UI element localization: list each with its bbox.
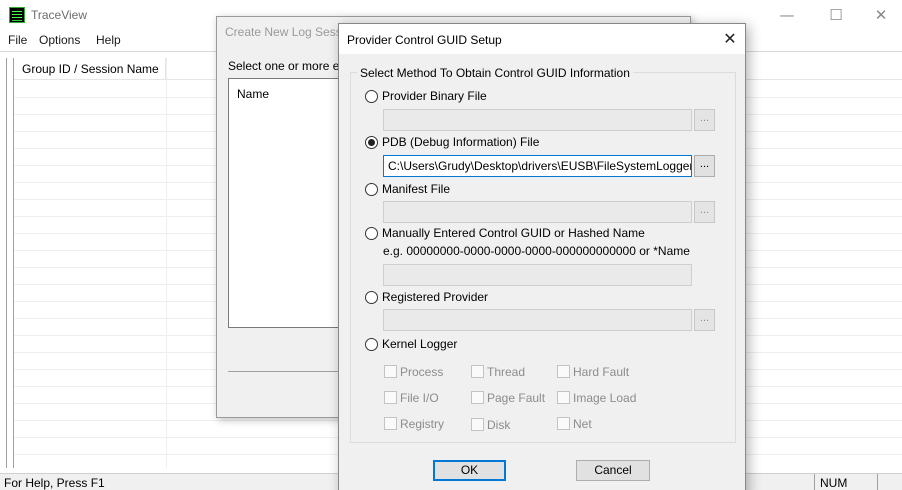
checkbox-hard-fault-box [557,365,570,378]
num-lock-indicator: NUM [814,474,878,490]
registered-provider-browse-button: ... [694,309,715,331]
status-text: For Help, Press F1 [4,476,105,490]
checkbox-file-io-label: File I/O [400,391,439,405]
checkbox-registry-box [384,417,397,430]
provider-listbox[interactable]: Name [228,78,348,328]
radio-provider-binary-indicator[interactable] [365,90,378,103]
menu-file[interactable]: File [8,33,27,47]
radio-provider-binary-label: Provider Binary File [382,89,487,103]
checkbox-page-fault-label: Page Fault [487,391,546,405]
radio-pdb-label: PDB (Debug Information) File [382,135,540,149]
pdb-browse-button[interactable]: ... [694,155,715,177]
menu-help[interactable]: Help [96,33,121,47]
checkbox-disk-label: Disk [487,418,511,432]
checkbox-page-fault-box [471,391,484,404]
pdb-path-input[interactable]: C:\Users\Grudy\Desktop\drivers\EUSB\File… [383,155,692,177]
dialog-title: Provider Control GUID Setup [347,33,502,47]
column-header-group-id[interactable]: Group ID / Session Name [14,58,166,80]
maximize-button[interactable]: ☐ [813,0,859,31]
radio-pdb-indicator[interactable] [365,136,378,149]
manifest-path-input [383,201,692,223]
provider-control-guid-dialog: Provider Control GUID Setup ✕ Select Met… [338,23,746,490]
radio-manifest-label: Manifest File [382,182,451,196]
ok-button[interactable]: OK [433,460,506,481]
checkbox-net-label: Net [573,417,592,431]
list-splitter[interactable] [6,58,14,468]
provider-binary-path-input [383,109,692,131]
radio-manual-guid-indicator[interactable] [365,227,378,240]
checkbox-image-load-box [557,391,570,404]
registered-provider-select [383,309,692,331]
radio-kernel-indicator[interactable] [365,338,378,351]
checkbox-hard-fault-label: Hard Fault [573,365,630,379]
grid-column-divider [166,58,167,468]
checkbox-image-load-label: Image Load [573,391,637,405]
radio-kernel-label: Kernel Logger [382,337,458,351]
checkbox-file-io-box [384,391,397,404]
menu-options[interactable]: Options [39,33,80,47]
manifest-browse-button: ... [694,201,715,223]
checkbox-disk-box [471,418,484,431]
dialog-titlebar: Provider Control GUID Setup ✕ [339,24,745,54]
close-window-button[interactable]: ✕ [858,0,902,31]
app-title: TraceView [31,8,88,22]
checkbox-thread-label: Thread [487,365,526,379]
radio-manual-guid-label: Manually Entered Control GUID or Hashed … [382,226,645,240]
radio-registered-label: Registered Provider [382,290,489,304]
checkbox-registry-label: Registry [400,417,445,431]
manual-guid-input [383,264,692,286]
minimize-button[interactable]: — [764,0,810,31]
checkbox-process-box [384,365,397,378]
radio-registered-indicator[interactable] [365,291,378,304]
traceview-app-icon [9,7,25,23]
create-log-session-prompt: Select one or more ev [228,59,346,73]
method-group-caption: Select Method To Obtain Control GUID Inf… [357,66,633,80]
create-log-session-title: Create New Log Sessi [225,25,345,39]
cancel-button[interactable]: Cancel [576,460,650,481]
radio-manifest-indicator[interactable] [365,183,378,196]
checkbox-thread-box [471,365,484,378]
dialog-close-icon[interactable]: ✕ [715,24,745,54]
checkbox-process-label: Process [400,365,444,379]
provider-list-name-header: Name [237,87,270,101]
checkbox-net-box [557,417,570,430]
guid-format-example: e.g. 00000000-0000-0000-0000-00000000000… [383,244,690,258]
dialog-separator [228,371,348,372]
provider-binary-browse-button: ... [694,109,715,131]
